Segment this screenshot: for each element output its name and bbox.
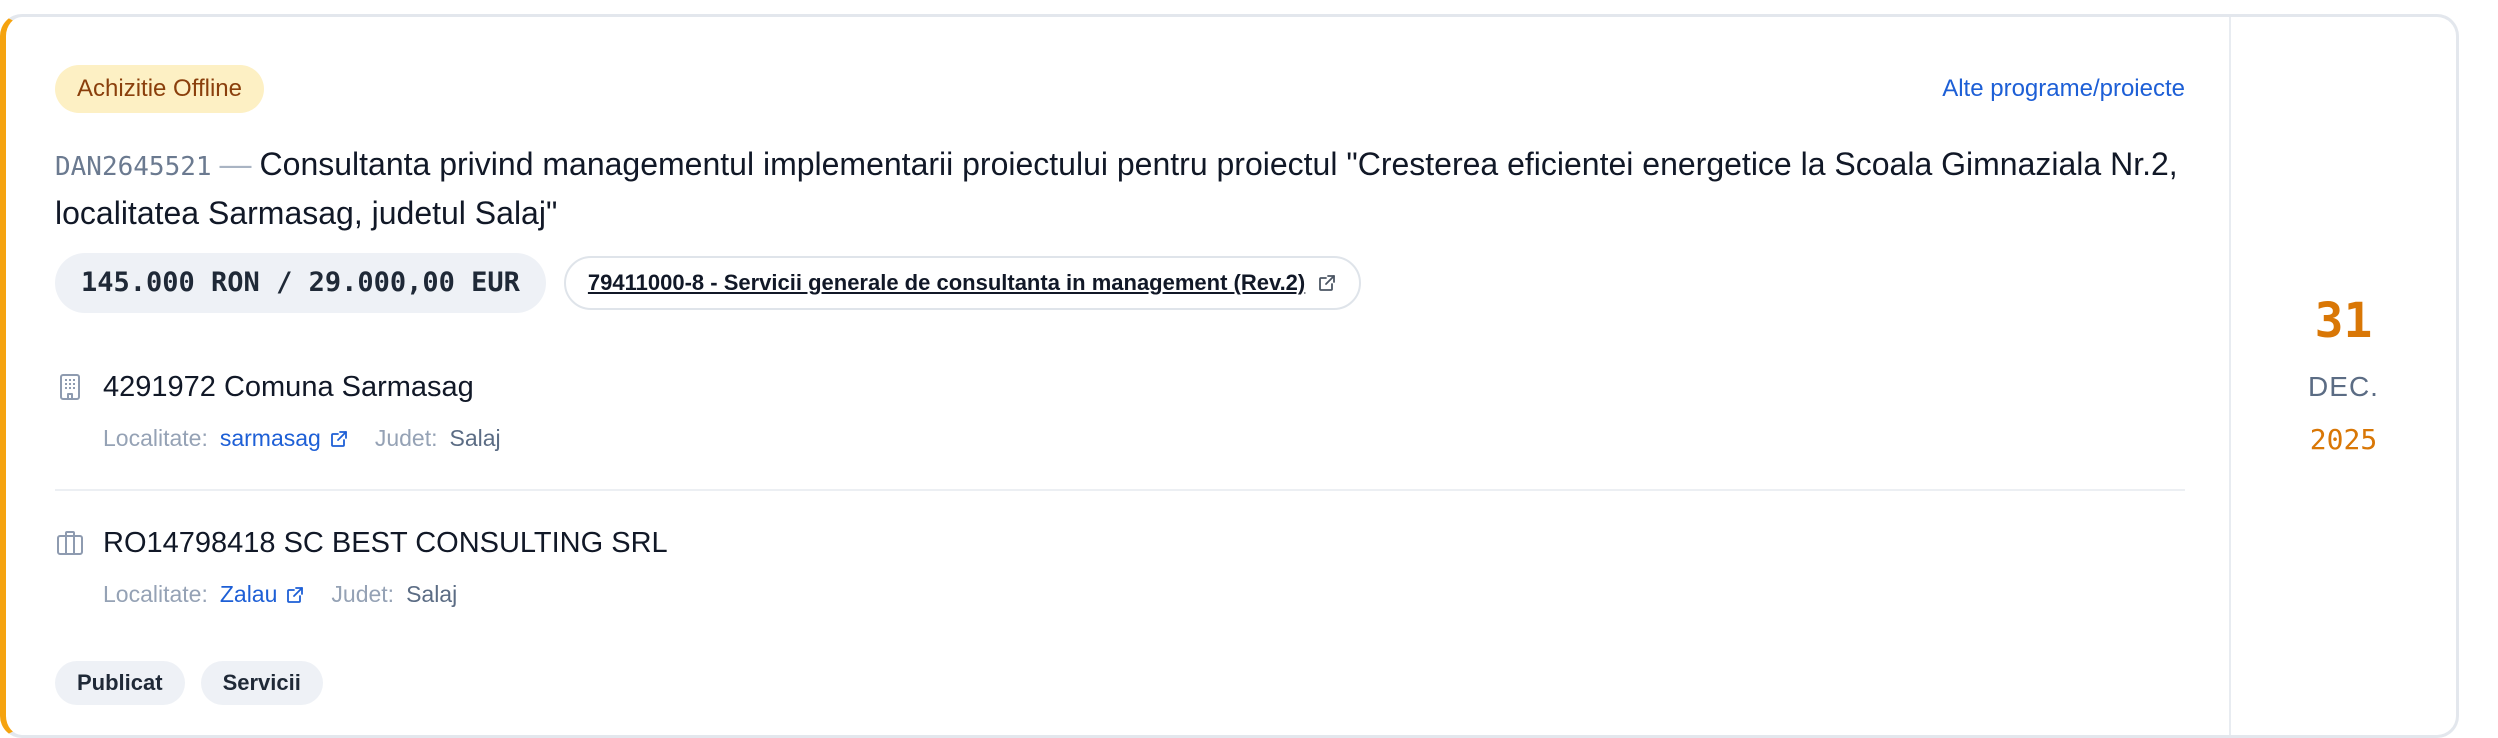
procurement-code: DAN2645521 <box>55 152 212 182</box>
contracting-authority: 4291972 Comuna Sarmasag Localitate: sarm… <box>55 367 2185 452</box>
cpv-code-link[interactable]: 79411000-8 - Servicii generale de consul… <box>563 256 1362 310</box>
procurement-title-text: Consultanta privind managementul impleme… <box>55 146 2178 231</box>
authority-county: Salaj <box>449 425 501 451</box>
building-icon <box>60 374 80 400</box>
other-programs-link[interactable]: Alte programe/proiecte <box>1942 75 2185 103</box>
supplier-name: RO14798418 SC BEST CONSULTING SRL <box>103 526 668 559</box>
estimated-value-chip: 145.000 RON / 29.000,00 EUR <box>55 253 546 313</box>
entity-divider <box>55 489 2185 491</box>
procurement-title: DAN2645521— Consultanta privind managemen… <box>55 141 2185 236</box>
procurement-card: Achizitie Offline Alte programe/proiecte… <box>0 14 2459 738</box>
value-cpv-row: 145.000 RON / 29.000,00 EUR 79411000-8 -… <box>55 253 1362 313</box>
external-link-icon <box>330 430 347 447</box>
authority-location: Localitate: sarmasag Judet: Salaj <box>103 425 2185 452</box>
authority-name: 4291972 Comuna Sarmasag <box>103 370 474 403</box>
supplier-locality: Zalau <box>219 581 278 607</box>
county-label: Judet: <box>374 425 438 451</box>
supplier-locality-link[interactable]: Zalau <box>220 581 306 608</box>
briefcase-icon <box>57 531 83 555</box>
supplier-county: Salaj <box>406 581 458 607</box>
offline-acquisition-badge: Achizitie Offline <box>55 65 264 113</box>
locality-label: Localitate: <box>103 581 208 607</box>
date-year: 2025 <box>2309 422 2378 456</box>
external-link-icon <box>287 586 304 603</box>
status-tags: Publicat Servicii <box>55 661 323 705</box>
card-main: Achizitie Offline Alte programe/proiecte… <box>55 17 2185 735</box>
county-label: Judet: <box>331 581 395 607</box>
deadline-date-panel: 31 DEC. 2025 <box>2229 17 2456 735</box>
date-day: 31 <box>2314 292 2373 349</box>
tag-status-published: Publicat <box>55 661 185 705</box>
external-link-icon <box>1319 275 1336 291</box>
cpv-code-label: 79411000-8 - Servicii generale de consul… <box>587 270 1306 295</box>
date-month: DEC. <box>2308 370 2379 402</box>
authority-locality-link[interactable]: sarmasag <box>220 425 349 452</box>
locality-label: Localitate: <box>103 425 208 451</box>
title-separator: — <box>219 146 252 182</box>
supplier: RO14798418 SC BEST CONSULTING SRL Locali… <box>55 523 2185 608</box>
supplier-location: Localitate: Zalau Judet: Salaj <box>103 581 2185 608</box>
tag-type-services: Servicii <box>200 661 323 705</box>
authority-locality: sarmasag <box>219 425 321 451</box>
